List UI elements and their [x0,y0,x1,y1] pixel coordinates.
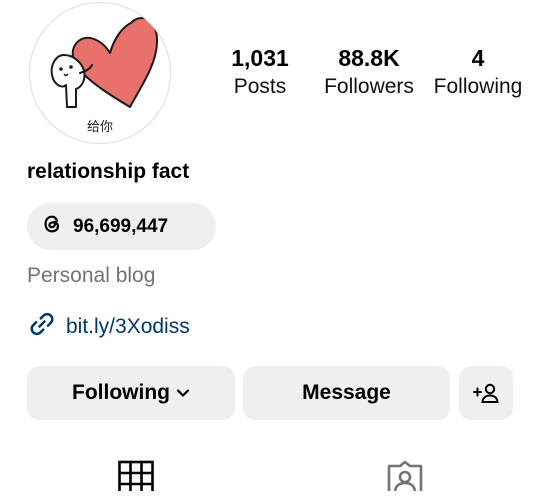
threads-badge[interactable]: 96,699,447 [27,203,216,250]
chevron-down-icon [176,386,190,400]
profile-link[interactable]: bit.ly/3Xodiss [27,309,190,344]
profile-name: relationship fact [27,160,190,183]
followers-count: 88.8K [338,45,400,71]
following-label: Following [433,75,523,98]
link-icon [27,309,57,344]
add-user-button[interactable] [459,366,513,420]
tagged-icon [386,460,424,496]
posts-stat[interactable]: 1,031 Posts [222,44,298,100]
avatar-caption: 给你 [86,119,113,134]
profile-category: Personal blog [27,264,156,287]
threads-count: 96,699,447 [73,215,169,237]
link-url: bit.ly/3Xodiss [66,314,190,338]
message-button-label: Message [302,381,391,404]
following-stat[interactable]: 4 Following [428,44,528,100]
posts-count: 1,031 [231,45,289,71]
add-user-icon [472,381,500,405]
grid-icon [118,460,154,496]
followers-label: Followers [324,75,414,98]
following-count: 4 [471,45,485,71]
followers-stat[interactable]: 88.8K Followers [318,44,420,100]
message-button[interactable]: Message [243,366,450,420]
threads-icon [41,213,63,240]
profile-avatar[interactable]: 给你 [29,2,171,144]
following-button-label: Following [72,381,170,404]
posts-label: Posts [233,75,287,98]
following-button[interactable]: Following [27,366,235,420]
